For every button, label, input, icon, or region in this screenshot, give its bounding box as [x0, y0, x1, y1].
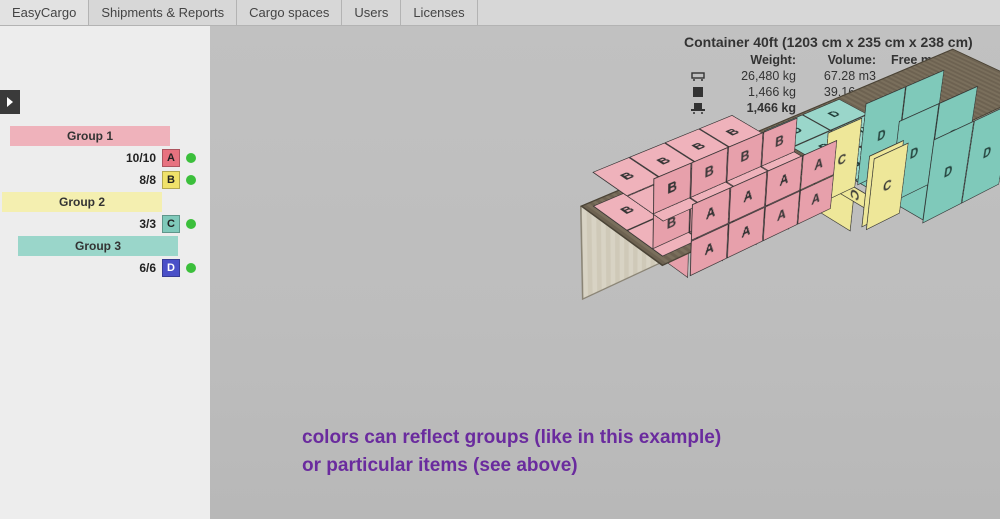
nav-tab-shipments[interactable]: Shipments & Reports: [89, 0, 237, 25]
item-count: 6/6: [139, 261, 156, 275]
top-nav: EasyCargo Shipments & Reports Cargo spac…: [0, 0, 1000, 26]
group-header-3[interactable]: Group 3: [18, 236, 178, 256]
container-title: Container 40ft (1203 cm x 235 cm x 238 c…: [684, 34, 984, 50]
caption-line-1: colors can reflect groups (like in this …: [302, 424, 721, 452]
nav-tab-licenses[interactable]: Licenses: [401, 0, 477, 25]
annotation-caption: colors can reflect groups (like in this …: [302, 424, 721, 479]
cargo-item-a[interactable]: 10/10 A: [0, 148, 210, 168]
chevron-right-icon: [5, 96, 15, 108]
cargo-item-b[interactable]: 8/8 B: [0, 170, 210, 190]
group-header-2[interactable]: Group 2: [2, 192, 162, 212]
nav-tab-cargo-spaces[interactable]: Cargo spaces: [237, 0, 342, 25]
group-list: Group 1 10/10 A 8/8 B Group 2 3/3 C Grou…: [0, 126, 210, 280]
item-swatch-d: D: [162, 259, 180, 277]
item-count: 10/10: [126, 151, 156, 165]
cargo-item-d[interactable]: 6/6 D: [0, 258, 210, 278]
status-dot-icon: [186, 153, 196, 163]
sidebar: Group 1 10/10 A 8/8 B Group 2 3/3 C Grou…: [0, 26, 210, 519]
status-dot-icon: [186, 175, 196, 185]
item-count: 8/8: [139, 173, 156, 187]
cargo-item-c[interactable]: 3/3 C: [0, 214, 210, 234]
app-tab[interactable]: EasyCargo: [0, 0, 89, 25]
item-swatch-c: C: [162, 215, 180, 233]
status-dot-icon: [186, 219, 196, 229]
item-count: 3/3: [139, 217, 156, 231]
container-3d-scene: BBBBBBBBBBBBAAAAAAAAAAAABBBBBBBBBBBBAAAA…: [320, 56, 930, 436]
expand-sidebar-button[interactable]: [0, 90, 20, 114]
item-swatch-a: A: [162, 149, 180, 167]
caption-line-2: or particular items (see above): [302, 452, 721, 480]
group-header-1[interactable]: Group 1: [10, 126, 170, 146]
nav-tab-users[interactable]: Users: [342, 0, 401, 25]
viewport-3d[interactable]: Container 40ft (1203 cm x 235 cm x 238 c…: [210, 26, 1000, 519]
item-swatch-b: B: [162, 171, 180, 189]
status-dot-icon: [186, 263, 196, 273]
